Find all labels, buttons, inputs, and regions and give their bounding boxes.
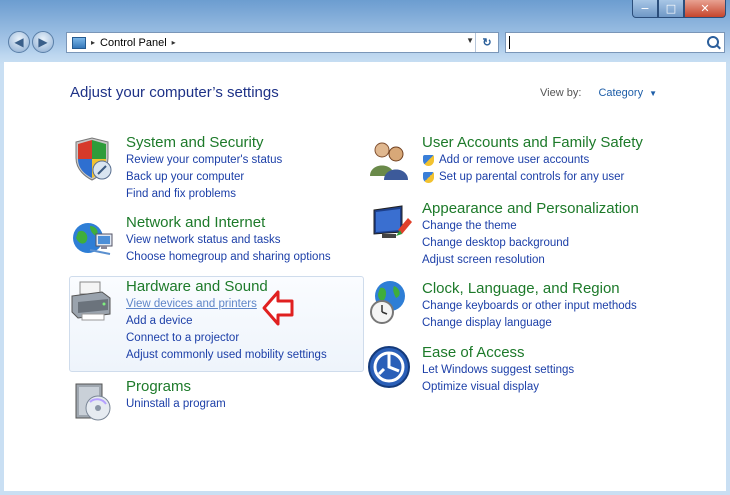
page-title: Adjust your computer’s settings — [70, 84, 279, 101]
display-language-link[interactable]: Change display language — [422, 315, 637, 332]
review-status-link[interactable]: Review your computer's status — [126, 152, 282, 169]
forward-button[interactable]: ▶ — [32, 31, 54, 53]
control-panel-icon — [72, 36, 86, 49]
address-dropdown-icon[interactable]: ▼ — [466, 36, 474, 45]
system-and-security-title[interactable]: System and Security — [126, 134, 282, 152]
category-user-accounts: User Accounts and Family Safety Add or r… — [422, 134, 643, 186]
network-status-link[interactable]: View network status and tasks — [126, 232, 331, 249]
red-arrow-icon — [262, 290, 294, 326]
view-by-dropdown[interactable]: Category — [598, 87, 643, 99]
address-bar[interactable]: ▸ Control Panel ▸ ▼ ↻ — [66, 32, 499, 53]
network-and-internet-title[interactable]: Network and Internet — [126, 214, 331, 232]
monitor-icon — [373, 205, 412, 238]
optimize-display-link[interactable]: Optimize visual display — [422, 379, 574, 396]
breadcrumb-separator[interactable]: ▸ — [91, 38, 95, 47]
navigation-bar: ◀ ▶ ▸ Control Panel ▸ ▼ ↻ — [0, 28, 730, 62]
appearance-title[interactable]: Appearance and Personalization — [422, 200, 639, 218]
breadcrumb-control-panel[interactable]: Control Panel — [100, 37, 167, 49]
screen-resolution-link[interactable]: Adjust screen resolution — [422, 252, 639, 269]
ease-of-access-title[interactable]: Ease of Access — [422, 344, 574, 362]
view-by-control: View by: Category ▼ — [540, 87, 657, 99]
view-by-label: View by: — [540, 87, 582, 99]
search-icon[interactable] — [707, 36, 719, 48]
uninstall-program-link[interactable]: Uninstall a program — [126, 396, 226, 413]
user-accounts-title[interactable]: User Accounts and Family Safety — [422, 134, 643, 152]
control-panel-window: − □ ✕ ◀ ▶ ▸ Control Panel ▸ ▼ ↻ Adjust y… — [0, 0, 730, 495]
suggest-settings-link[interactable]: Let Windows suggest settings — [422, 362, 574, 379]
maximize-button[interactable]: □ — [658, 0, 684, 18]
ease-of-access-icon — [368, 346, 410, 388]
hardware-and-sound-title[interactable]: Hardware and Sound — [126, 278, 327, 296]
find-fix-problems-link[interactable]: Find and fix problems — [126, 186, 282, 203]
users-icon — [370, 142, 408, 180]
window-controls: − □ ✕ — [632, 0, 726, 18]
chevron-down-icon[interactable]: ▼ — [649, 89, 657, 98]
add-remove-accounts-link[interactable]: Add or remove user accounts — [422, 152, 643, 169]
text-caret — [509, 36, 510, 49]
connect-projector-link[interactable]: Connect to a projector — [126, 330, 327, 347]
close-button[interactable]: ✕ — [684, 0, 726, 18]
refresh-button[interactable]: ↻ — [475, 33, 498, 52]
search-input[interactable] — [505, 32, 725, 53]
breadcrumb-separator[interactable]: ▸ — [172, 38, 176, 47]
change-theme-link[interactable]: Change the theme — [422, 218, 639, 235]
network-globe-icon — [73, 223, 113, 255]
mobility-settings-link[interactable]: Adjust commonly used mobility settings — [126, 347, 327, 364]
keyboards-input-link[interactable]: Change keyboards or other input methods — [422, 298, 637, 315]
add-device-link[interactable]: Add a device — [126, 313, 327, 330]
clock-language-region-title[interactable]: Clock, Language, and Region — [422, 280, 637, 298]
clock-globe-icon — [370, 281, 405, 324]
title-bar: − □ ✕ — [0, 0, 730, 28]
view-devices-printers-link[interactable]: View devices and printers — [126, 296, 327, 313]
desktop-background-link[interactable]: Change desktop background — [422, 235, 639, 252]
category-clock-language-region: Clock, Language, and Region Change keybo… — [422, 280, 637, 332]
category-network-and-internet: Network and Internet View network status… — [126, 214, 331, 266]
printer-icon — [71, 281, 111, 321]
category-hardware-and-sound: Hardware and Sound View devices and prin… — [126, 278, 327, 364]
category-ease-of-access: Ease of Access Let Windows suggest setti… — [422, 344, 574, 396]
programs-disc-icon — [75, 383, 111, 421]
content-area: Adjust your computer’s settings View by:… — [4, 62, 726, 491]
homegroup-sharing-link[interactable]: Choose homegroup and sharing options — [126, 249, 331, 266]
category-system-and-security: System and Security Review your computer… — [126, 134, 282, 203]
back-button[interactable]: ◀ — [8, 31, 30, 53]
parental-controls-link[interactable]: Set up parental controls for any user — [422, 169, 643, 186]
category-programs: Programs Uninstall a program — [126, 378, 226, 413]
backup-link[interactable]: Back up your computer — [126, 169, 282, 186]
shield-icon — [75, 137, 112, 181]
minimize-button[interactable]: − — [632, 0, 658, 18]
category-appearance: Appearance and Personalization Change th… — [422, 200, 639, 269]
programs-title[interactable]: Programs — [126, 378, 226, 396]
